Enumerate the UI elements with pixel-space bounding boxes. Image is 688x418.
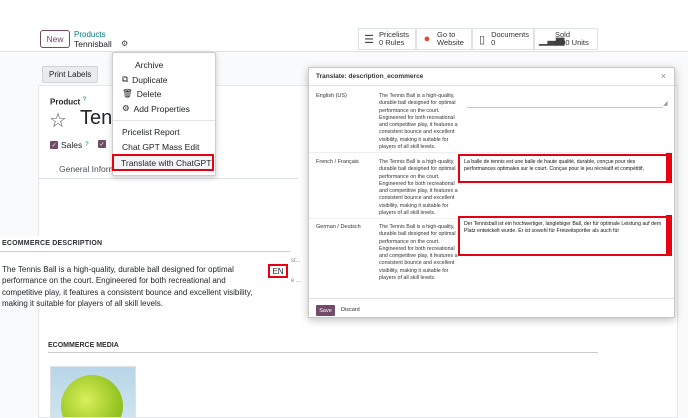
row-divider <box>309 152 674 153</box>
source-text: The Tennis Ball is a high-quality, durab… <box>379 93 458 151</box>
print-labels-button[interactable]: Print Labels <box>42 66 99 83</box>
language-label: English (US) <box>316 93 347 99</box>
menu-label: Add Properties <box>133 103 190 114</box>
gear-icon[interactable]: ⚙ <box>121 39 128 48</box>
dialog-title: Translate: description_ecommerce <box>316 73 424 80</box>
menu-item-pricelist-report[interactable]: Pricelist Report <box>113 127 215 137</box>
language-badge[interactable]: EN <box>268 264 288 278</box>
menu-label: Archive <box>135 60 164 70</box>
product-label-text: Product <box>50 97 81 107</box>
discard-button[interactable]: Discard <box>341 307 360 313</box>
list-icon: ☰ <box>364 33 374 46</box>
tab-divider <box>38 178 298 179</box>
star-icon[interactable]: ☆ <box>49 108 67 133</box>
new-button[interactable]: New <box>40 30 70 48</box>
document-icon: ▯ <box>479 33 486 46</box>
language-label: German / Deutsch <box>316 224 361 230</box>
sales-checkbox[interactable]: ✓ Sales ? <box>50 140 89 150</box>
translation-input-de[interactable]: Der Tennisball ist ein hochwertiger, lan… <box>458 216 670 256</box>
section-title: ECOMMERCE MEDIA <box>48 342 119 349</box>
save-button[interactable]: Save <box>316 305 335 316</box>
checkbox-icon: ✓ <box>98 140 106 148</box>
section-divider <box>48 352 598 353</box>
breadcrumb-current: Tennisball <box>74 39 112 49</box>
menu-label: Pricelist Report <box>122 127 180 137</box>
truncated-text: st... <box>291 258 301 264</box>
trash-icon: 🗑 <box>122 88 133 98</box>
breadcrumb-parent[interactable]: Products <box>74 30 106 39</box>
copy-icon: ⧉ <box>122 74 129 84</box>
sold-button[interactable]: ▁▃▅ Sold 0.00 Units <box>534 28 598 50</box>
cogs-icon: ⚙ <box>122 103 130 113</box>
section-title: ECOMMERCE DESCRIPTION <box>2 240 103 247</box>
translation-input-en[interactable] <box>467 107 663 108</box>
globe-icon: ● <box>423 33 431 45</box>
menu-label: Duplicate <box>132 74 168 85</box>
resize-handle-icon[interactable]: ◢ <box>663 100 668 107</box>
translate-dialog: Translate: description_ecommerce × Engli… <box>308 67 675 318</box>
menu-item-duplicate[interactable]: ⧉ Duplicate <box>113 74 215 85</box>
control-panel: New Products Tennisball ⚙ ☰ Pricelists 0 … <box>0 0 688 52</box>
help-icon[interactable]: ? <box>82 96 86 103</box>
menu-item-chatgpt-mass-edit[interactable]: Chat GPT Mass Edit <box>113 142 215 152</box>
truncated-text: e ... <box>291 278 302 284</box>
product-label: Product ? <box>50 96 86 107</box>
tab-general-information[interactable]: General Inform <box>59 164 116 174</box>
checkbox-icon: ✓ <box>50 141 58 149</box>
documents-count: 0 <box>491 38 496 47</box>
media-image[interactable] <box>50 366 136 418</box>
dialog-header: Translate: description_ecommerce × <box>309 68 674 86</box>
menu-item-archive[interactable]: Archive <box>113 60 215 70</box>
highlight-marker <box>666 215 672 256</box>
translation-input-fr[interactable]: La balle de tennis est une balle de haut… <box>458 154 670 183</box>
documents-title: Documents <box>491 30 529 39</box>
menu-label: Delete <box>136 88 162 99</box>
menu-item-translate-chatgpt[interactable]: Translate with ChatGPT <box>112 154 214 171</box>
menu-divider <box>113 120 215 121</box>
documents-button[interactable]: ▯ Documents 0 <box>472 28 534 50</box>
menu-item-delete[interactable]: 🗑 Delete <box>113 88 215 99</box>
second-checkbox[interactable]: ✓ <box>98 140 106 148</box>
ecommerce-description-field[interactable]: The Tennis Ball is a high-quality, durab… <box>2 264 264 309</box>
pricelists-count: 0 Rules <box>379 38 405 47</box>
website-sub: Website <box>437 38 464 47</box>
go-to-website-button[interactable]: ● Go to Website <box>416 28 472 50</box>
help-icon[interactable]: ? <box>85 142 88 148</box>
close-icon[interactable]: × <box>661 71 666 81</box>
menu-label: Translate with ChatGPT <box>121 158 212 168</box>
source-text: The Tennis Ball is a high-quality, durab… <box>379 224 458 282</box>
menu-item-add-properties[interactable]: ⚙ Add Properties <box>113 103 215 114</box>
source-text: The Tennis Ball is a high-quality, durab… <box>379 159 458 217</box>
menu-label: Chat GPT Mass Edit <box>122 142 200 152</box>
section-divider <box>0 251 290 252</box>
dialog-footer-divider <box>309 298 674 299</box>
language-label: French / Français <box>316 159 359 165</box>
highlight-marker <box>666 153 672 183</box>
pricelists-button[interactable]: ☰ Pricelists 0 Rules <box>358 28 416 50</box>
bar-chart-icon: ▁▃▅ <box>539 33 565 46</box>
sales-label: Sales <box>61 140 83 150</box>
sold-count: 0.00 Units <box>555 38 589 47</box>
